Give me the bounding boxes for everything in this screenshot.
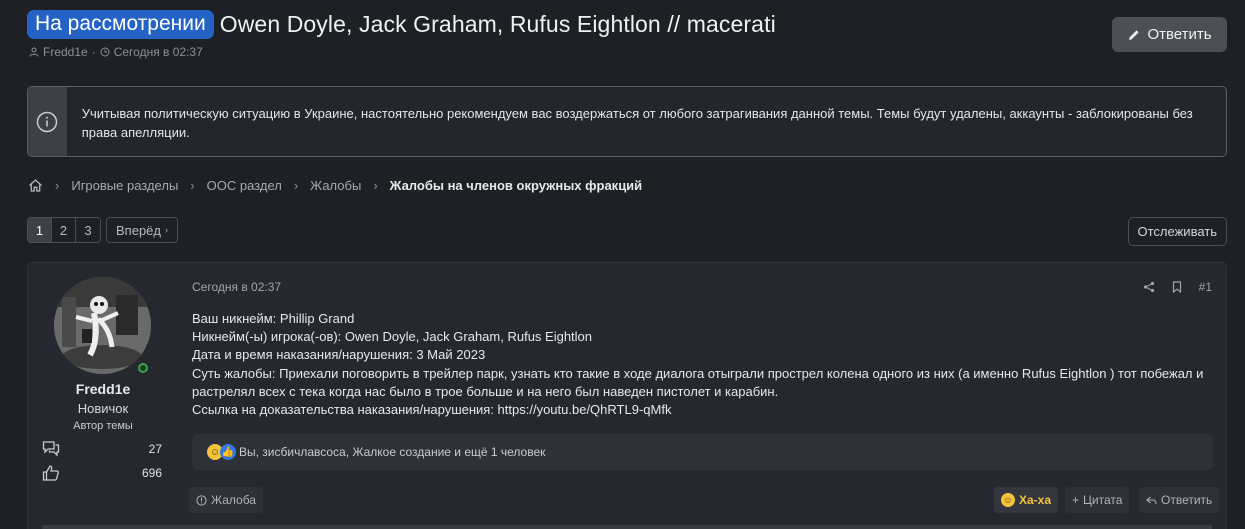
watch-button[interactable]: Отслеживать: [1127, 217, 1227, 246]
page-link-2[interactable]: 2: [52, 218, 76, 242]
report-button[interactable]: Жалоба: [189, 487, 263, 513]
post-author-column: Fredd1e Новичок Автор темы 27 696: [28, 263, 178, 529]
notice-icon-column: [28, 87, 67, 156]
breadcrumb-item[interactable]: Игровые разделы: [71, 178, 178, 193]
clock-icon: [100, 47, 110, 57]
chevron-right-icon: ›: [293, 178, 299, 193]
avatar-image: [54, 277, 151, 374]
bookmark-icon[interactable]: [1171, 281, 1183, 293]
post-footer: Жалоба ☺ Ха-ха + Цитата Ответить: [189, 487, 1220, 513]
reactions-stat: 696: [42, 464, 162, 482]
chevron-right-icon: ›: [55, 178, 60, 193]
share-icon[interactable]: [1143, 281, 1155, 293]
thread-header: На рассмотрении Owen Doyle, Jack Graham,…: [27, 10, 1227, 70]
breadcrumb: › Игровые разделы › ООС раздел › Жалобы …: [28, 178, 642, 193]
reaction-icons: ☺ 👍: [207, 444, 236, 460]
thread-starter-badge: Автор темы: [73, 420, 133, 432]
messages-stat: 27: [42, 440, 162, 458]
haha-reaction-button[interactable]: ☺ Ха-ха: [994, 487, 1059, 513]
messages-count: 27: [148, 442, 162, 456]
thread-prefix-badge[interactable]: На рассмотрении: [27, 10, 214, 39]
post-author-title: Новичок: [77, 401, 129, 416]
breadcrumb-current[interactable]: Жалобы на членов окружных фракций: [390, 178, 643, 193]
meta-separator: ·: [91, 45, 96, 59]
notice-banner: Учитывая политическую ситуацию в Украине…: [27, 86, 1227, 157]
reactions-list-text[interactable]: Вы, зисбичлавсоса, Жалкое создание и ещё…: [239, 445, 545, 459]
page-title: Owen Doyle, Jack Graham, Rufus Eightlon …: [219, 11, 776, 37]
like-reaction-icon: 👍: [220, 444, 236, 460]
post-body-line: Никнейм(-ы) игрока(-ов): Owen Doyle, Jac…: [192, 329, 593, 345]
post-body-line: Ваш никнейм: Phillip Grand: [192, 311, 355, 326]
post-number-link[interactable]: #1: [1199, 280, 1212, 294]
online-status-indicator: [135, 360, 151, 376]
thread-author-link[interactable]: Fredd1e: [43, 45, 88, 59]
post-body-line: Суть жалобы: Приехали поговорить в трейл…: [192, 365, 1204, 399]
haha-reaction-label: Ха-ха: [1019, 493, 1052, 507]
reply-arrow-icon: [1146, 496, 1157, 504]
reactions-score: 696: [141, 466, 162, 480]
user-icon: [29, 47, 39, 57]
info-icon: [37, 111, 58, 132]
post-reply-button[interactable]: Ответить: [1139, 487, 1220, 513]
reply-button[interactable]: Ответить: [1112, 17, 1227, 52]
chevron-right-icon: ›: [165, 225, 168, 235]
thread-meta: Fredd1e · Сегодня в 02:37: [27, 45, 1227, 59]
report-button-label: Жалоба: [211, 493, 256, 507]
post-bottom-divider: [42, 525, 1212, 529]
page-link-3[interactable]: 3: [76, 218, 100, 242]
next-page-button[interactable]: Вперёд ›: [106, 217, 178, 243]
title-row: На рассмотрении Owen Doyle, Jack Graham,…: [27, 10, 1227, 39]
post-main: Сегодня в 02:37 #1 Ваш никнейм: Phillip …: [189, 263, 1226, 529]
page-list: 1 2 3: [27, 217, 101, 243]
breadcrumb-item[interactable]: ООС раздел: [207, 178, 282, 193]
post-body-line: Дата и время наказания/нарушения: 3 Май …: [192, 347, 486, 363]
post-actions-top: #1: [1143, 280, 1212, 294]
next-page-label: Вперёд: [116, 222, 161, 238]
post-body-line[interactable]: Ссылка на доказательства наказания/наруш…: [192, 401, 1212, 419]
quote-button-label: Цитата: [1083, 493, 1123, 507]
report-icon: [196, 494, 207, 506]
pencil-icon: [1129, 29, 1140, 40]
reactions-bar[interactable]: ☺ 👍 Вы, зисбичлавсоса, Жалкое создание и…: [192, 434, 1213, 470]
chevron-right-icon: ›: [190, 178, 195, 193]
page-link-1[interactable]: 1: [28, 218, 52, 242]
laughing-emoji-icon: ☺: [1001, 493, 1015, 507]
reply-button-label: Ответить: [1147, 26, 1212, 43]
thread-date-link[interactable]: Сегодня в 02:37: [114, 45, 203, 59]
thumbs-up-icon: [42, 465, 59, 481]
chevron-right-icon: ›: [373, 178, 378, 193]
post-author-name[interactable]: Fredd1e: [28, 381, 178, 397]
notice-text: Учитывая политическую ситуацию в Украине…: [81, 106, 1193, 140]
post-date-link[interactable]: Сегодня в 02:37: [192, 280, 281, 294]
breadcrumb-item[interactable]: Жалобы: [310, 178, 361, 193]
post-reply-button-label: Ответить: [1161, 493, 1213, 507]
quote-button[interactable]: + Цитата: [1065, 487, 1130, 513]
messages-icon: [42, 441, 60, 457]
home-icon[interactable]: [28, 178, 43, 193]
post-body: Ваш никнейм: Phillip Grand Никнейм(-ы) и…: [192, 310, 1212, 419]
pagination: 1 2 3 Вперёд ›: [27, 217, 178, 243]
plus-icon: +: [1072, 493, 1080, 507]
post: Fredd1e Новичок Автор темы 27 696 Сегодн…: [27, 262, 1227, 529]
avatar[interactable]: [54, 277, 151, 374]
